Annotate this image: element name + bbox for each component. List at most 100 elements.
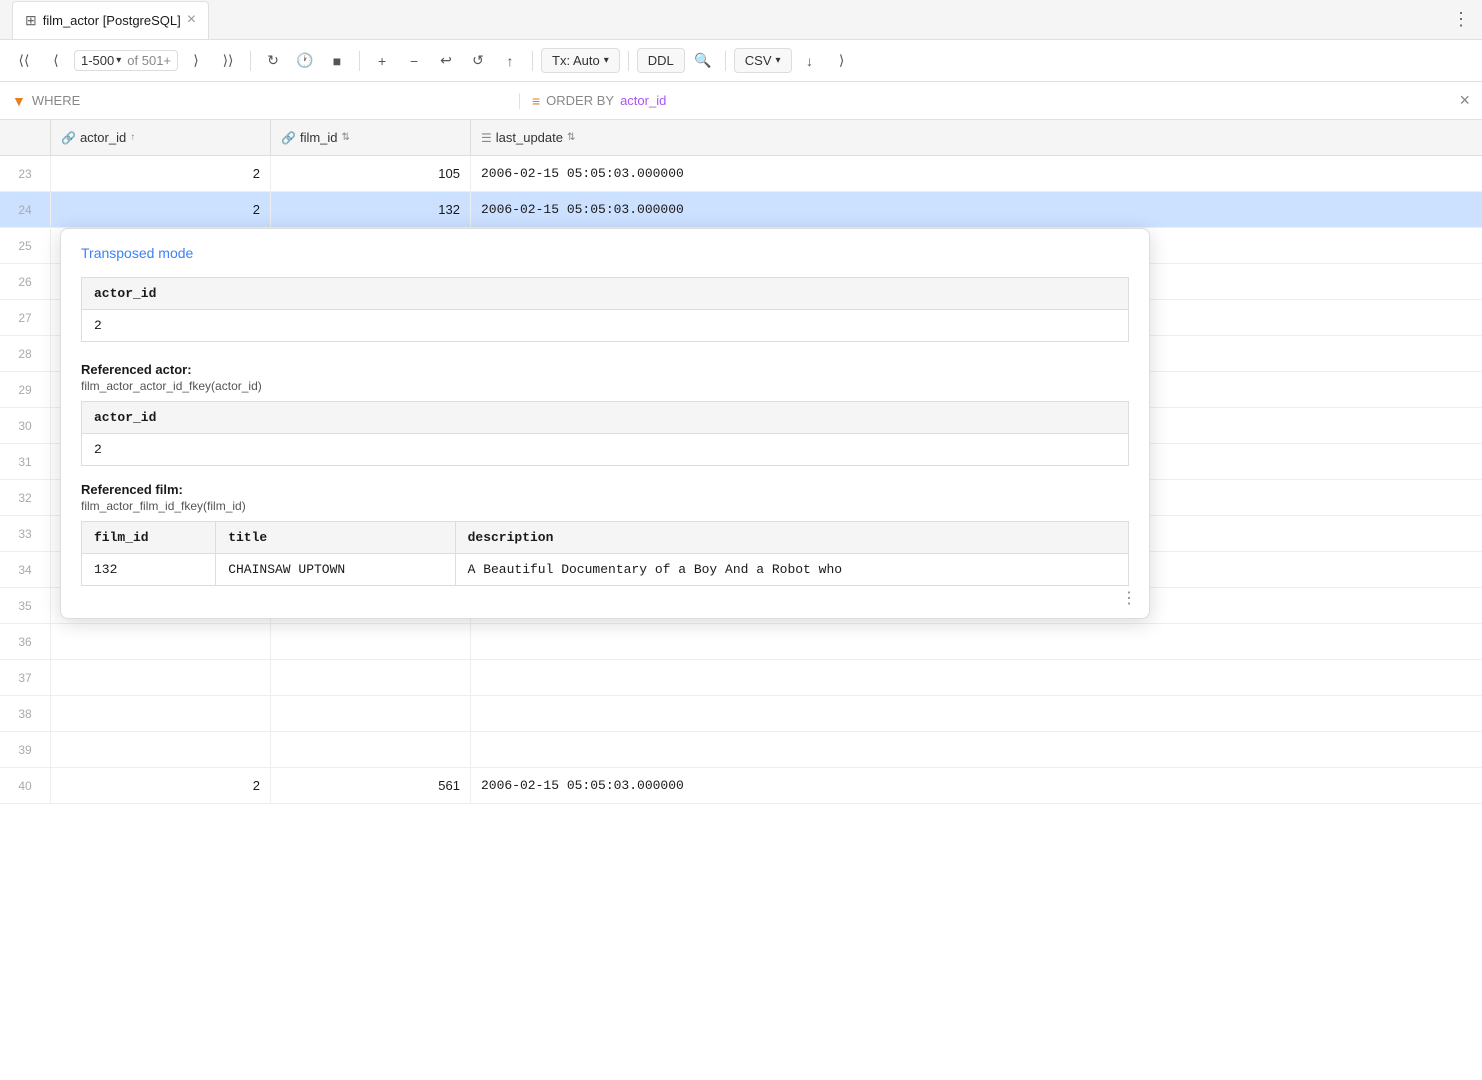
refresh-button[interactable]: ↻ [259,47,287,75]
next-page-button[interactable]: ⟩ [182,47,210,75]
col-name-actor-id: actor_id [80,130,126,145]
main-table-cell-actor-id[interactable]: 2 [82,310,1129,342]
popup-title[interactable]: Transposed mode [81,245,1129,261]
referenced-film-table: film_id title description 132 CHAINSAW U… [81,521,1129,586]
row-number: 32 [0,491,50,505]
referenced-actor-table: actor_id 2 [81,401,1129,466]
filter-close-button[interactable]: × [1459,90,1470,111]
revert-button[interactable]: ↺ [464,47,492,75]
ddl-button[interactable]: DDL [637,48,685,73]
cell-film-id[interactable]: 132 [270,192,470,227]
row-number: 26 [0,275,50,289]
cell-film-id[interactable] [270,624,470,659]
cell-actor-id[interactable] [50,696,270,731]
col-header-actor-id[interactable]: 🔗 actor_id ↑ [50,120,270,155]
pagination-control[interactable]: 1-500 ▾ of 501+ [74,50,178,71]
cell-actor-id[interactable] [50,624,270,659]
cell-last-update[interactable] [470,696,1482,731]
transaction-button[interactable]: Tx: Auto ▾ [541,48,620,73]
toolbar-separator-3 [532,51,533,71]
csv-dropdown-icon: ▾ [776,55,781,66]
stop-button[interactable]: ■ [323,47,351,75]
cell-film-id[interactable] [270,732,470,767]
col-header-film-id[interactable]: 🔗 film_id ⇅ [270,120,470,155]
orderby-section: ≡ ORDER BY actor_id × [520,90,1482,111]
cell-actor-id[interactable]: 2 [50,156,270,191]
first-page-button[interactable]: ⟨⟨ [10,47,38,75]
tab-label: film_actor [PostgreSQL] [43,13,181,28]
sort-icon-last-update: ⇅ [567,132,575,143]
ref-film-header-film-id: film_id [82,522,216,554]
data-row[interactable]: 38 [0,696,1482,732]
cell-last-update[interactable] [470,660,1482,695]
row-number: 24 [0,203,50,217]
toolbar-separator-4 [628,51,629,71]
download-button[interactable]: ↓ [796,47,824,75]
delete-row-button[interactable]: − [400,47,428,75]
row-number: 23 [0,167,50,181]
csv-label: CSV [745,53,772,68]
tab-close-button[interactable]: × [187,12,196,28]
cell-actor-id[interactable]: 2 [50,768,270,803]
fk-icon-actor-id: 🔗 [61,131,76,145]
cell-last-update[interactable]: 2006-02-15 05:05:03.000000 [470,156,1482,191]
cell-actor-id[interactable] [50,732,270,767]
undo-button[interactable]: ↩ [432,47,460,75]
submit-button[interactable]: ↑ [496,47,524,75]
toolbar: ⟨⟨ ⟨ 1-500 ▾ of 501+ ⟩ ⟩⟩ ↻ 🕐 ■ + − ↩ ↺ … [0,40,1482,82]
row-number: 29 [0,383,50,397]
order-by-label: ORDER BY [546,93,614,108]
tx-dropdown-icon: ▾ [604,55,609,66]
filter-icon: ▼ [12,93,26,109]
main-transposed-table: actor_id 2 [81,277,1129,342]
popup-more-button[interactable]: ⋮ [1121,588,1137,608]
tab-menu-button[interactable]: ⋮ [1452,9,1470,30]
row-number: 40 [0,779,50,793]
cell-film-id[interactable]: 561 [270,768,470,803]
row-number: 28 [0,347,50,361]
ref-film-cell-film-id[interactable]: 132 [82,554,216,586]
ref-film-cell-title[interactable]: CHAINSAW UPTOWN [216,554,455,586]
tab-bar: ⊞ film_actor [PostgreSQL] × ⋮ [0,0,1482,40]
table-icon: ⊞ [25,12,37,29]
cell-film-id[interactable]: 105 [270,156,470,191]
col-name-last-update: last_update [496,130,563,145]
cell-film-id[interactable] [270,660,470,695]
cell-last-update[interactable]: 2006-02-15 05:05:03.000000 [470,768,1482,803]
referenced-film-title: Referenced film: [81,482,1129,497]
referenced-actor-fkey: film_actor_actor_id_fkey(actor_id) [81,379,1129,393]
ref-film-header-description: description [455,522,1128,554]
csv-button[interactable]: CSV ▾ [734,48,792,73]
add-row-button[interactable]: + [368,47,396,75]
where-section: ▼ WHERE [0,93,520,109]
row-number: 39 [0,743,50,757]
data-row[interactable]: 24 2 132 2006-02-15 05:05:03.000000 [0,192,1482,228]
data-row[interactable]: 23 2 105 2006-02-15 05:05:03.000000 [0,156,1482,192]
cell-last-update[interactable]: 2006-02-15 05:05:03.000000 [470,192,1482,227]
row-number: 34 [0,563,50,577]
cell-last-update[interactable] [470,624,1482,659]
cell-actor-id[interactable]: 2 [50,192,270,227]
active-tab[interactable]: ⊞ film_actor [PostgreSQL] × [12,1,209,39]
toolbar-separator-5 [725,51,726,71]
referenced-film-section: Referenced film: film_actor_film_id_fkey… [81,482,1129,586]
last-page-button[interactable]: ⟩⟩ [214,47,242,75]
more-button[interactable]: ⟩ [828,47,856,75]
data-row[interactable]: 36 [0,624,1482,660]
cell-actor-id[interactable] [50,660,270,695]
cell-last-update[interactable] [470,732,1482,767]
data-row[interactable]: 40 2 561 2006-02-15 05:05:03.000000 [0,768,1482,804]
transaction-label: Tx: Auto [552,53,600,68]
prev-page-button[interactable]: ⟨ [42,47,70,75]
sort-icon-film-id: ⇅ [342,132,350,143]
ref-film-cell-description[interactable]: A Beautiful Documentary of a Boy And a R… [455,554,1128,586]
search-button[interactable]: 🔍 [689,47,717,75]
ref-actor-cell-actor-id[interactable]: 2 [82,434,1129,466]
data-row[interactable]: 39 [0,732,1482,768]
history-button[interactable]: 🕐 [291,47,319,75]
ref-actor-header-actor-id: actor_id [82,402,1129,434]
cell-film-id[interactable] [270,696,470,731]
filter-bar: ▼ WHERE ≡ ORDER BY actor_id × [0,82,1482,120]
data-row[interactable]: 37 [0,660,1482,696]
col-header-last-update[interactable]: ☰ last_update ⇅ [470,120,1482,155]
